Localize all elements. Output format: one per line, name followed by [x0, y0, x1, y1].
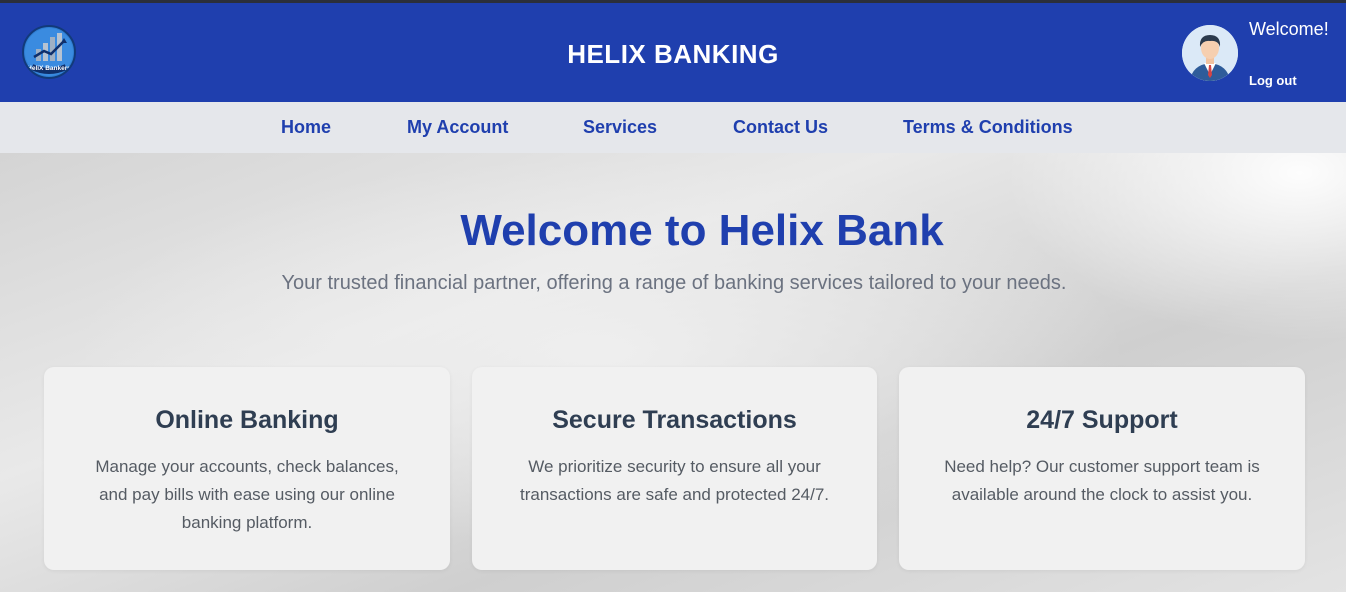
nav-item-services[interactable]: Services [583, 117, 657, 138]
feature-card-online-banking: Online Banking Manage your accounts, che… [44, 367, 450, 570]
main-nav: Home My Account Services Contact Us Term… [0, 102, 1346, 153]
nav-item-contact-us[interactable]: Contact Us [733, 117, 828, 138]
nav-item-terms[interactable]: Terms & Conditions [903, 117, 1073, 138]
feature-card-text: Need help? Our customer support team is … [944, 457, 1260, 504]
hero-subtitle: Your trusted financial partner, offering… [281, 272, 1067, 294]
nav-item-home[interactable]: Home [281, 117, 331, 138]
welcome-label: Welcome! [1249, 19, 1329, 39]
user-avatar[interactable] [1182, 25, 1238, 81]
logout-link[interactable]: Log out [1249, 73, 1297, 88]
feature-card-title: Secure Transactions [552, 406, 797, 434]
feature-card-title: 24/7 Support [1026, 406, 1178, 434]
site-header: HeliX Bankers HELIX BANKING Welcome! Log… [0, 3, 1346, 102]
feature-card-text: We prioritize security to ensure all you… [519, 457, 830, 504]
user-avatar-icon [1182, 25, 1238, 81]
site-title: HELIX BANKING [567, 39, 779, 69]
feature-card-text: Manage your accounts, check balances, an… [95, 457, 399, 532]
nav-item-my-account[interactable]: My Account [407, 117, 508, 138]
feature-card-title: Online Banking [155, 406, 339, 434]
feature-card-secure-transactions: Secure Transactions We prioritize securi… [472, 367, 877, 570]
hero-title: Welcome to Helix Bank [460, 206, 944, 255]
feature-card-support: 24/7 Support Need help? Our customer sup… [899, 367, 1305, 570]
